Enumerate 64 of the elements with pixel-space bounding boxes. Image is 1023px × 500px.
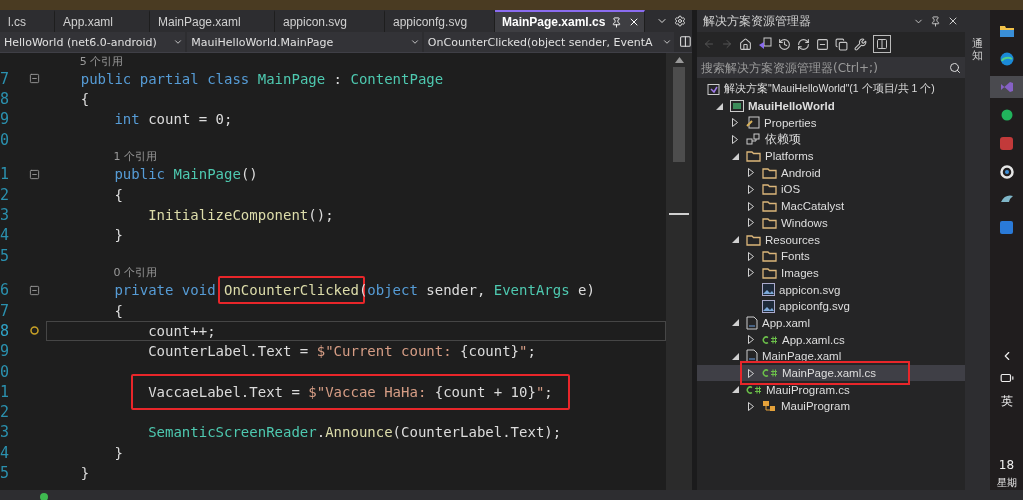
tree-item[interactable]: Fonts — [697, 247, 965, 265]
tree-item[interactable]: MauiProgram — [697, 398, 965, 415]
tree-item[interactable]: MainPage.xaml — [697, 348, 965, 365]
line-number: 0 — [0, 130, 11, 149]
tree-item[interactable]: MauiProgram.cs — [697, 381, 965, 399]
line-number: 3 — [0, 205, 11, 224]
code-line: int count = 0; — [114, 110, 233, 130]
code-line: public MainPage() — [114, 165, 258, 185]
line-number: 1 — [0, 382, 11, 401]
line-number: 2 — [0, 185, 11, 204]
line-number: 4 — [0, 226, 11, 245]
navigation-dropdown[interactable]: OnCounterClicked(object sender, EventA — [423, 32, 675, 52]
input-method-indicator[interactable]: 英 — [1000, 393, 1013, 410]
tree-item[interactable]: MauiHelloWorld — [697, 97, 965, 115]
line-number: 1 — [0, 165, 11, 184]
tree-item[interactable]: Platforms — [697, 147, 965, 165]
line-number: 2 — [0, 403, 11, 422]
line-number: 6 — [0, 281, 11, 300]
line-number: 7 — [0, 69, 11, 88]
code-line: SemanticScreenReader.Announce(CounterLabel.Text); — [148, 423, 562, 443]
navigation-dropdown[interactable]: MauiHelloWorld.MainPage — [187, 32, 422, 52]
tree-item[interactable]: iOS — [697, 181, 965, 198]
line-number: 0 — [0, 362, 11, 381]
line-number: 8 — [0, 321, 11, 340]
code-line: CounterLabel.Text = $"Current count: {count}"; — [148, 342, 536, 362]
code-line: } — [114, 443, 123, 463]
line-number: 5 — [0, 464, 11, 482]
tree-item[interactable]: Android — [697, 164, 965, 182]
line-number: 4 — [0, 443, 11, 462]
reference-count[interactable]: 0 个引用 — [113, 265, 157, 281]
line-number: 3 — [0, 423, 11, 442]
tree-item[interactable]: MacCatalyst — [697, 197, 965, 215]
line-number: 9 — [0, 110, 11, 129]
tree-item[interactable]: Images — [697, 264, 965, 282]
reference-count[interactable]: 5 个引用 — [79, 53, 124, 69]
tree-item[interactable]: appiconfg.svg — [697, 297, 965, 315]
panel-title: 解决方案资源管理器 — [703, 12, 812, 30]
tree-item[interactable]: Properties — [697, 114, 965, 132]
tree-item[interactable]: App.xaml.cs — [697, 331, 965, 348]
reference-count[interactable]: 1 个引用 — [113, 149, 157, 165]
file-tab[interactable]: MainPage.xaml.cs — [495, 10, 645, 32]
tree-item[interactable]: appicon.svg — [697, 281, 965, 298]
tree-item[interactable]: 依赖项 — [697, 131, 965, 148]
clock-weekday[interactable]: 星期 — [996, 476, 1017, 490]
search-field[interactable]: 搜索解决方案资源管理器(Ctrl+;) — [697, 57, 965, 78]
code-line: InitializeComponent(); — [148, 205, 334, 225]
clock-day[interactable]: 18 — [998, 458, 1015, 472]
tree-item[interactable]: Windows — [697, 214, 965, 232]
line-number: 7 — [0, 301, 11, 320]
code-line: count++; — [148, 321, 216, 341]
line-number: 9 — [0, 342, 11, 361]
code-line: { — [114, 185, 123, 205]
code-line: } — [80, 464, 90, 483]
tree-item[interactable]: 解决方案"MauiHelloWorld"(1 个项目/共 1 个) — [697, 81, 965, 98]
line-number: 8 — [0, 89, 11, 108]
code-line: } — [114, 226, 123, 246]
code-line: { — [114, 301, 123, 321]
code-line: public partial class MainPage : ContentPage — [80, 69, 444, 89]
code-line: { — [80, 89, 90, 109]
navigation-dropdown[interactable]: HelloWorld (net6.0-android) — [0, 32, 186, 52]
tree-item[interactable]: MainPage.xaml.cs — [697, 364, 965, 382]
line-number: 5 — [0, 246, 11, 265]
tree-item[interactable]: App.xaml — [697, 314, 965, 332]
tree-item[interactable]: Resources — [697, 231, 965, 248]
